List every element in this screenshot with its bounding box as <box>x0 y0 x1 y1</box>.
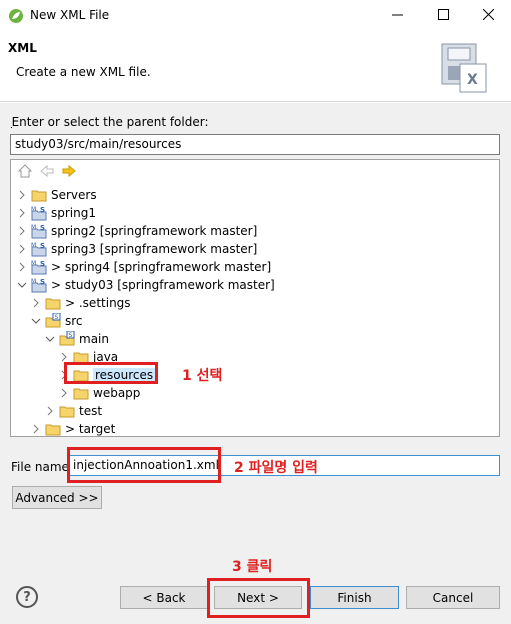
annotation-step3: 3 클릭 <box>232 559 273 575</box>
tree-item-label: > spring4 [springframework master] <box>51 260 272 274</box>
svg-text:M: M <box>31 206 36 213</box>
advanced-button[interactable]: Advanced >> <box>12 486 102 509</box>
source-folder-icon: S <box>59 330 75 347</box>
folder-icon <box>45 295 61 311</box>
tree-item-label: spring3 [springframework master] <box>51 242 258 256</box>
svg-text:S: S <box>40 224 45 232</box>
svg-text:S: S <box>40 260 45 268</box>
help-button[interactable]: ? <box>16 586 38 608</box>
tree-item-label: Servers <box>51 188 97 202</box>
file-name-label: File name: <box>11 460 73 474</box>
tree-item[interactable]: Ssrc <box>31 312 83 330</box>
tree-item-label: src <box>65 314 83 328</box>
window-title: New XML File <box>30 8 110 22</box>
home-icon[interactable] <box>17 163 33 179</box>
cancel-button[interactable]: Cancel <box>406 586 500 609</box>
parent-folder-label: EEnter or select the parent folder: <box>11 115 209 129</box>
parent-folder-input[interactable]: study03/src/main/resources <box>10 134 500 155</box>
chevron-down-icon[interactable] <box>17 280 27 290</box>
svg-text:M: M <box>31 242 36 249</box>
spring-project-icon: MS <box>31 277 47 293</box>
minimize-icon <box>391 9 403 23</box>
tree-item[interactable]: Servers <box>17 186 97 204</box>
tree-item[interactable]: Smain <box>45 330 109 348</box>
folder-icon <box>73 385 89 401</box>
chevron-right-icon[interactable] <box>17 262 27 272</box>
tree-item-label: > study03 [springframework master] <box>51 278 275 292</box>
folder-icon <box>45 421 61 436</box>
chevron-right-icon[interactable] <box>31 424 41 434</box>
wizard-banner: XML Create a new XML file. X <box>0 32 511 102</box>
maximize-icon <box>437 9 449 23</box>
annotation-highlight-resources <box>64 362 158 384</box>
tree-item[interactable]: > .settings <box>31 294 131 312</box>
tree-item[interactable]: M S > spring4 [springframework master] <box>17 258 271 276</box>
tree-item[interactable]: test <box>45 402 102 420</box>
wizard-description: Create a new XML file. <box>16 65 151 79</box>
tree-item[interactable]: > target <box>31 420 116 436</box>
spring-project-icon: MS <box>31 205 47 221</box>
svg-text:S: S <box>40 278 45 286</box>
chevron-right-icon[interactable] <box>59 388 69 398</box>
source-folder-icon: S <box>45 312 61 329</box>
tree-item[interactable]: M Sspring3 [springframework master] <box>17 240 257 258</box>
chevron-right-icon[interactable] <box>17 244 27 254</box>
back-arrow-icon[interactable] <box>39 163 55 179</box>
tree-item-label: main <box>79 332 109 346</box>
svg-text:S: S <box>40 206 45 214</box>
tree-item-label: test <box>79 404 103 418</box>
folder-icon <box>31 187 47 203</box>
annotation-highlight-filename <box>67 447 221 483</box>
svg-text:X: X <box>467 72 478 88</box>
chevron-right-icon[interactable] <box>45 406 55 416</box>
minimize-button[interactable] <box>374 0 420 32</box>
xml-wizard-icon: X <box>436 40 492 94</box>
folder-icon <box>59 403 75 419</box>
tree-item-label: spring1 <box>51 206 96 220</box>
title-bar: New XML File <box>0 0 511 32</box>
parent-folder-label-text: Enter or select the parent folder: <box>11 115 209 129</box>
tree-item-label: > .settings <box>65 296 131 310</box>
svg-text:M: M <box>31 260 36 267</box>
chevron-right-icon[interactable] <box>17 190 27 200</box>
close-icon <box>482 8 494 23</box>
svg-text:S: S <box>55 314 59 321</box>
wizard-heading: XML <box>8 41 37 55</box>
chevron-right-icon[interactable] <box>31 298 41 308</box>
annotation-highlight-next <box>207 578 310 618</box>
svg-text:S: S <box>40 242 45 250</box>
tree-item[interactable]: M S > study03 [springframework master] <box>17 276 275 294</box>
annotation-step1: 1 선택 <box>182 368 223 384</box>
svg-text:M: M <box>31 224 36 231</box>
tree-item-label: spring2 [springframework master] <box>51 224 258 238</box>
tree-item[interactable]: M Sspring1 <box>17 204 96 222</box>
spring-project-icon: MS <box>31 223 47 239</box>
spring-leaf-icon <box>8 8 24 24</box>
maximize-button[interactable] <box>420 0 466 32</box>
wizard-content: EEnter or select the parent folder: stud… <box>0 103 511 563</box>
finish-button[interactable]: Finish <box>310 586 399 609</box>
tree-item-label: > target <box>65 422 116 436</box>
tree-item-label: webapp <box>93 386 141 400</box>
svg-text:M: M <box>31 278 36 285</box>
folder-tree[interactable]: Servers M Sspring1 M Sspring2 [springframewo… <box>10 159 500 437</box>
chevron-down-icon[interactable] <box>45 334 55 344</box>
chevron-right-icon[interactable] <box>59 352 69 362</box>
close-button[interactable] <box>465 0 511 32</box>
chevron-right-icon[interactable] <box>17 226 27 236</box>
back-button[interactable]: < Back <box>120 586 208 609</box>
spring-project-icon: MS <box>31 241 47 257</box>
annotation-step2: 2 파일명 입력 <box>234 460 318 476</box>
svg-text:S: S <box>69 332 73 339</box>
tree-item[interactable]: M Sspring2 [springframework master] <box>17 222 257 240</box>
tree-nav-toolbar <box>17 163 77 179</box>
spring-project-icon: MS <box>31 259 47 275</box>
chevron-down-icon[interactable] <box>31 316 41 326</box>
chevron-right-icon[interactable] <box>17 208 27 218</box>
forward-arrow-icon[interactable] <box>61 163 77 179</box>
tree-item[interactable]: webapp <box>59 384 140 402</box>
